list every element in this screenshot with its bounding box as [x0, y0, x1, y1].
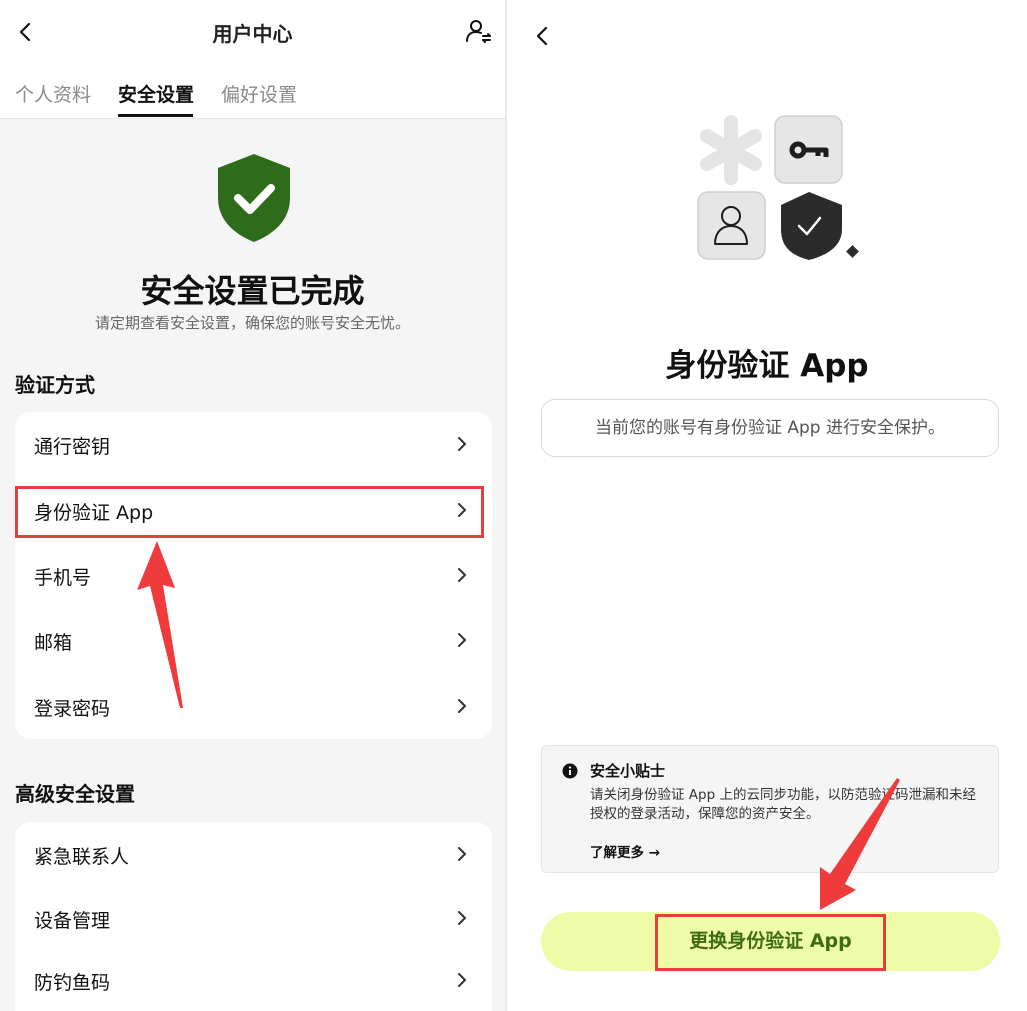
list-item-email[interactable]: 邮箱	[15, 610, 492, 670]
list-item-label: 防钓鱼码	[34, 972, 111, 994]
shield-check-icon	[218, 154, 290, 242]
list-item-label: 身份验证 App	[34, 502, 154, 524]
verification-card: 通行密钥 身份验证 App 手机号 邮箱 登录密码	[15, 412, 492, 739]
tips-body: 请关闭身份验证 App 上的云同步功能，以防范验证码泄漏和未经授权的登录活动，保…	[590, 787, 976, 822]
authenticator-app-screen: 身份验证 App 当前您的账号有身份验证 App 进行安全保护。 安全小贴士 请…	[507, 0, 1027, 1011]
list-item-label: 邮箱	[34, 632, 73, 654]
list-item-login-password[interactable]: 登录密码	[15, 676, 492, 736]
security-illustration	[697, 115, 859, 260]
list-item-device-management[interactable]: 设备管理	[15, 888, 492, 948]
list-item-label: 登录密码	[34, 698, 111, 720]
info-icon	[562, 763, 578, 779]
status-subtitle: 请定期查看安全设置，确保您的账号安全无忧。	[94, 314, 410, 332]
shield-check-icon	[781, 192, 842, 260]
list-item-phone[interactable]: 手机号	[15, 545, 492, 605]
back-icon[interactable]	[531, 24, 555, 48]
screen-title: 身份验证 App	[665, 348, 869, 384]
user-switch-icon[interactable]	[464, 17, 492, 45]
list-item-label: 设备管理	[34, 910, 111, 932]
change-authenticator-button[interactable]: 更换身份验证 App	[541, 912, 1000, 971]
tips-title: 安全小贴士	[590, 762, 666, 780]
chevron-right-icon	[458, 437, 466, 451]
list-item-anti-phishing-code[interactable]: 防钓鱼码	[15, 950, 492, 1010]
list-item-authenticator-app[interactable]: 身份验证 App	[15, 480, 492, 540]
key-icon	[774, 115, 843, 184]
chevron-right-icon	[458, 911, 466, 925]
chevron-right-icon	[458, 568, 466, 582]
advanced-card: 紧急联系人 设备管理 防钓鱼码	[15, 822, 492, 1011]
tab-security[interactable]: 安全设置	[118, 80, 194, 107]
chevron-right-icon	[458, 503, 466, 517]
person-icon	[697, 191, 766, 260]
tab-profile[interactable]: 个人资料	[15, 80, 91, 107]
list-item-label: 通行密钥	[34, 436, 111, 458]
status-title: 安全设置已完成	[140, 272, 365, 310]
advanced-section-title: 高级安全设置	[15, 782, 135, 806]
asterisk-icon	[700, 115, 762, 185]
learn-more-link[interactable]: 了解更多 →	[590, 841, 660, 861]
security-tips-box: 安全小贴士 请关闭身份验证 App 上的云同步功能，以防范验证码泄漏和未经授权的…	[541, 745, 999, 873]
tab-preferences[interactable]: 偏好设置	[221, 80, 297, 107]
list-item-passkey[interactable]: 通行密钥	[15, 414, 492, 474]
list-item-label: 紧急联系人	[34, 846, 130, 868]
verification-section-title: 验证方式	[15, 373, 95, 397]
user-center-screen: 用户中心 个人资料 安全设置 偏好设置 安全设置已完成 请定期查看安全设置，确保…	[0, 0, 505, 1011]
top-bar: 用户中心 个人资料 安全设置 偏好设置	[0, 0, 505, 119]
active-tab-indicator	[118, 114, 193, 117]
list-item-emergency-contact[interactable]: 紧急联系人	[15, 824, 492, 884]
chevron-right-icon	[458, 699, 466, 713]
status-message: 当前您的账号有身份验证 App 进行安全保护。	[541, 399, 999, 457]
chevron-right-icon	[458, 847, 466, 861]
chevron-right-icon	[458, 633, 466, 647]
list-item-label: 手机号	[34, 567, 92, 589]
chevron-right-icon	[458, 973, 466, 987]
page-title: 用户中心	[212, 22, 293, 46]
